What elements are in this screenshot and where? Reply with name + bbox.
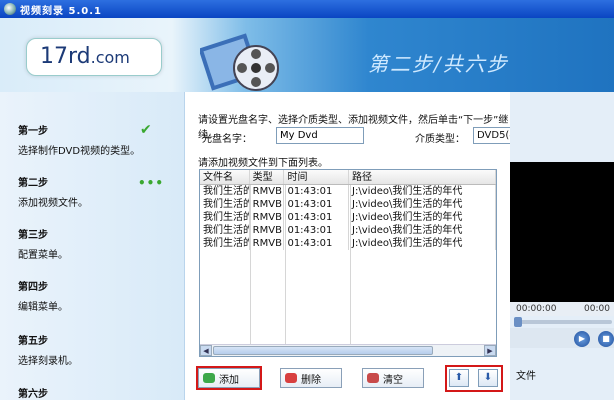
scroll-left-icon[interactable]: ◀ <box>200 345 212 356</box>
horizontal-scrollbar[interactable]: ◀ ▶ <box>200 344 496 356</box>
clear-button[interactable]: 清空 <box>362 368 424 388</box>
table-row[interactable]: 我们生活的... RMVB 01:43:01 J:\video\我们生活的年代 <box>200 224 496 237</box>
file-list-label: 请添加视频文件到下面列表。 <box>198 158 328 169</box>
logo: 17rd.com <box>40 44 130 69</box>
time-current: 00:00:00 <box>516 304 557 314</box>
delete-button[interactable]: 删除 <box>280 368 342 388</box>
delete-icon <box>285 373 297 383</box>
sidebar-step-3[interactable]: 第三步 配置菜单。 <box>18 226 178 261</box>
cell-path: J:\video\我们生活的年代 <box>349 198 496 211</box>
column-header-path[interactable]: 路径 <box>349 170 496 184</box>
checkmark-icon: ✔ <box>140 122 152 138</box>
sidebar-step-5[interactable]: 第五步 选择刻录机。 <box>18 332 178 367</box>
cell-time: 01:43:01 <box>284 237 350 250</box>
sidebar-step-4[interactable]: 第四步 编辑菜单。 <box>18 278 178 313</box>
step-desc: 添加视频文件。 <box>18 198 88 209</box>
wizard-sidebar: 第一步 选择制作DVD视频的类型。 ✔ 第二步 添加视频文件。 ••• 第三步 … <box>0 92 185 400</box>
cell-time: 01:43:01 <box>284 198 350 211</box>
app-disc-icon <box>4 3 16 15</box>
cell-type: RMVB <box>250 185 285 198</box>
cell-filename: 我们生活的... <box>200 211 250 224</box>
time-total: 00:00 <box>584 304 610 314</box>
step-desc: 配置菜单。 <box>18 250 68 261</box>
media-type-label: 介质类型： <box>415 134 465 145</box>
cell-filename: 我们生活的... <box>200 224 250 237</box>
cell-time: 01:43:01 <box>284 211 350 224</box>
step-banner: 第二步/共六步 <box>368 52 509 76</box>
table-row[interactable]: 我们生活的... RMVB 01:43:01 J:\video\我们生活的年代 <box>200 198 496 211</box>
cell-time: 01:43:01 <box>284 185 350 198</box>
header-banner: 17rd.com 第二步/共六步 <box>0 18 614 92</box>
step-desc: 编辑菜单。 <box>18 302 68 313</box>
preview-file-label: 文件 <box>516 371 536 382</box>
cell-type: RMVB <box>250 237 285 250</box>
step-name: 第一步 <box>18 126 48 137</box>
cell-type: RMVB <box>250 198 285 211</box>
table-row[interactable]: 我们生活的... RMVB 01:43:01 J:\video\我们生活的年代 <box>200 211 496 224</box>
highlight-move <box>445 365 503 392</box>
cell-time: 01:43:01 <box>284 224 350 237</box>
column-header-filename[interactable]: 文件名 <box>200 170 250 184</box>
cell-filename: 我们生活的... <box>200 237 250 250</box>
seek-slider[interactable] <box>514 317 612 327</box>
step-desc: 选择刻录机。 <box>18 356 78 367</box>
scroll-right-icon[interactable]: ▶ <box>484 345 496 356</box>
cell-type: RMVB <box>250 224 285 237</box>
stop-icon[interactable]: ■ <box>598 331 614 347</box>
sidebar-step-6[interactable]: 第六步 <box>18 385 178 400</box>
highlight-add <box>196 366 262 390</box>
video-preview <box>510 162 614 302</box>
step-name: 第四步 <box>18 282 48 293</box>
sidebar-step-1[interactable]: 第一步 选择制作DVD视频的类型。 <box>18 122 178 157</box>
main-panel: 请设置光盘名字、选择介质类型、添加视频文件，然后单击“下一步”继续。 光盘名字：… <box>185 92 569 400</box>
step-name: 第三步 <box>18 230 48 241</box>
disc-name-label: 光盘名字： <box>202 134 252 145</box>
logo-suffix: .com <box>90 48 130 67</box>
cell-filename: 我们生活的... <box>200 198 250 211</box>
table-header: 文件名 类型 时间 路径 <box>200 170 496 185</box>
table-row[interactable]: 我们生活的... RMVB 01:43:01 J:\video\我们生活的年代 <box>200 185 496 198</box>
step-desc: 选择制作DVD视频的类型。 <box>18 146 141 157</box>
cell-path: J:\video\我们生活的年代 <box>349 237 496 250</box>
cell-path: J:\video\我们生活的年代 <box>349 224 496 237</box>
file-table[interactable]: 文件名 类型 时间 路径 我们生活的... RMVB 01:43:01 J:\v… <box>199 169 497 357</box>
cell-path: J:\video\我们生活的年代 <box>349 185 496 198</box>
time-display: 00:00:00 00:00 <box>510 302 614 316</box>
film-reel-icon <box>200 33 279 91</box>
scroll-thumb[interactable] <box>213 346 433 355</box>
column-header-time[interactable]: 时间 <box>284 170 350 184</box>
clear-icon <box>367 373 379 383</box>
logo-main: 17rd <box>40 44 91 69</box>
step-name: 第六步 <box>18 389 48 400</box>
disc-name-input[interactable] <box>276 127 364 144</box>
in-progress-icon: ••• <box>138 176 165 190</box>
cell-path: J:\video\我们生活的年代 <box>349 211 496 224</box>
window-title: 视频刻录 5.0.1 <box>20 5 102 17</box>
cell-filename: 我们生活的... <box>200 185 250 198</box>
clear-button-label: 清空 <box>383 374 403 386</box>
delete-button-label: 删除 <box>301 374 321 386</box>
step-name: 第五步 <box>18 336 48 347</box>
play-icon[interactable]: ▶ <box>574 331 590 347</box>
cell-type: RMVB <box>250 211 285 224</box>
seek-handle[interactable] <box>514 317 522 327</box>
title-bar: 视频刻录 5.0.1 <box>0 0 614 18</box>
column-header-type[interactable]: 类型 <box>250 170 285 184</box>
table-row[interactable]: 我们生活的... RMVB 01:43:01 J:\video\我们生活的年代 <box>200 237 496 250</box>
preview-panel: 00:00:00 00:00 ▶ ■ 文件 <box>510 92 614 400</box>
